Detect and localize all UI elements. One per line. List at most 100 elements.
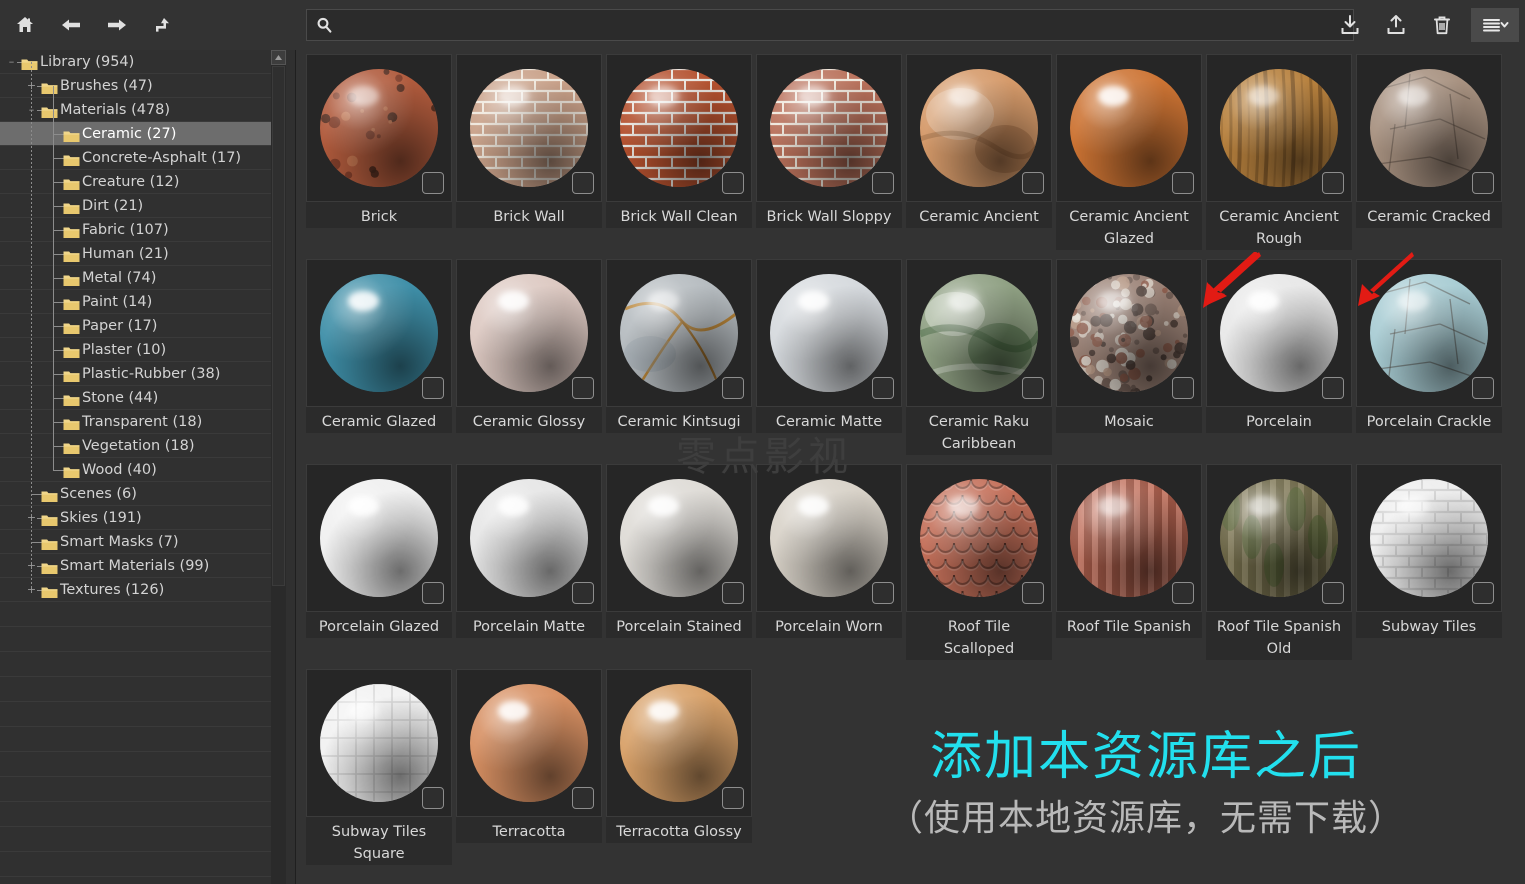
sidebar-item-concrete-asphalt[interactable]: Concrete-Asphalt (17) [0, 146, 280, 170]
material-tile[interactable]: Porcelain Glazed [306, 464, 452, 638]
material-tile[interactable]: Porcelain Stained [606, 464, 752, 638]
sidebar-item-smart-masks[interactable]: Smart Masks (7) [0, 530, 280, 554]
tree-scrollbar[interactable] [271, 50, 286, 884]
sidebar-item-plaster[interactable]: Plaster (10) [0, 338, 280, 362]
material-tile[interactable]: Ceramic Raku Caribbean [906, 259, 1052, 455]
material-select-badge[interactable] [722, 787, 744, 809]
sidebar-item-library[interactable]: – Library (954) [0, 50, 280, 74]
material-select-badge[interactable] [422, 172, 444, 194]
material-tile[interactable]: Ceramic Ancient Glazed [1056, 54, 1202, 250]
search-input[interactable] [341, 17, 1345, 33]
material-thumbnail[interactable] [456, 54, 602, 202]
material-tile[interactable]: Brick Wall [456, 54, 602, 228]
material-select-badge[interactable] [1022, 172, 1044, 194]
material-thumbnail[interactable] [606, 464, 752, 612]
material-thumbnail[interactable] [306, 54, 452, 202]
sidebar-item-wood[interactable]: Wood (40) [0, 458, 280, 482]
tree-toggle-plus[interactable]: + [26, 584, 37, 595]
material-thumbnail[interactable] [606, 669, 752, 817]
material-tile[interactable]: Ceramic Glossy [456, 259, 602, 433]
material-tile[interactable]: Ceramic Glazed [306, 259, 452, 433]
material-select-badge[interactable] [872, 172, 894, 194]
material-select-badge[interactable] [872, 377, 894, 399]
material-tile[interactable]: Ceramic Ancient Rough [1206, 54, 1352, 250]
material-select-badge[interactable] [722, 582, 744, 604]
material-tile[interactable]: Porcelain [1206, 259, 1352, 433]
material-select-badge[interactable] [1022, 377, 1044, 399]
material-select-badge[interactable] [572, 787, 594, 809]
material-thumbnail[interactable] [756, 464, 902, 612]
material-thumbnail[interactable] [606, 54, 752, 202]
sidebar-item-paint[interactable]: Paint (14) [0, 290, 280, 314]
sidebar-item-plastic-rubber[interactable]: Plastic-Rubber (38) [0, 362, 280, 386]
material-select-badge[interactable] [422, 377, 444, 399]
material-thumbnail[interactable] [606, 259, 752, 407]
material-tile[interactable]: Subway Tiles [1356, 464, 1502, 638]
material-tile[interactable]: Brick Wall Sloppy [756, 54, 902, 228]
sidebar-item-textures[interactable]: + Textures (126) [0, 578, 280, 602]
material-select-badge[interactable] [722, 377, 744, 399]
material-thumbnail[interactable] [456, 464, 602, 612]
material-tile[interactable]: Porcelain Worn [756, 464, 902, 638]
delete-icon[interactable] [1425, 8, 1459, 42]
tree-scrollbar-thumb[interactable] [272, 66, 285, 586]
material-tile[interactable]: Mosaic [1056, 259, 1202, 433]
sidebar-item-brushes[interactable]: + Brushes (47) [0, 74, 280, 98]
material-thumbnail[interactable] [1356, 259, 1502, 407]
sidebar-item-scenes[interactable]: Scenes (6) [0, 482, 280, 506]
material-thumbnail[interactable] [1056, 54, 1202, 202]
material-select-badge[interactable] [872, 582, 894, 604]
list-options-icon[interactable] [1471, 8, 1519, 42]
forward-arrow-icon[interactable] [102, 10, 132, 40]
tree-toggle-plus[interactable]: + [26, 512, 37, 523]
tree-toggle-plus[interactable]: + [26, 80, 37, 91]
sidebar-item-materials[interactable]: – Materials (478) [0, 98, 280, 122]
material-tile[interactable]: Terracotta Glossy [606, 669, 752, 843]
material-thumbnail[interactable] [756, 54, 902, 202]
material-tile[interactable]: Ceramic Kintsugi [606, 259, 752, 433]
sidebar-item-dirt[interactable]: Dirt (21) [0, 194, 280, 218]
material-thumbnail[interactable] [456, 259, 602, 407]
material-thumbnail[interactable] [1206, 259, 1352, 407]
sidebar-item-vegetation[interactable]: Vegetation (18) [0, 434, 280, 458]
material-tile[interactable]: Ceramic Matte [756, 259, 902, 433]
material-select-badge[interactable] [572, 582, 594, 604]
material-thumbnail[interactable] [306, 464, 452, 612]
material-select-badge[interactable] [1172, 377, 1194, 399]
material-tile[interactable]: Brick [306, 54, 452, 228]
material-thumbnail[interactable] [1206, 464, 1352, 612]
material-select-badge[interactable] [572, 377, 594, 399]
up-level-icon[interactable] [148, 10, 178, 40]
material-select-badge[interactable] [1472, 377, 1494, 399]
material-thumbnail[interactable] [1356, 464, 1502, 612]
material-select-badge[interactable] [1322, 582, 1344, 604]
material-tile[interactable]: Roof Tile Scalloped [906, 464, 1052, 660]
material-select-badge[interactable] [422, 582, 444, 604]
material-thumbnail[interactable] [1056, 259, 1202, 407]
sidebar-item-creature[interactable]: Creature (12) [0, 170, 280, 194]
material-select-badge[interactable] [422, 787, 444, 809]
material-select-badge[interactable] [1322, 377, 1344, 399]
search-bar[interactable] [306, 9, 1354, 41]
material-select-badge[interactable] [572, 172, 594, 194]
material-thumbnail[interactable] [906, 54, 1052, 202]
back-arrow-icon[interactable] [56, 10, 86, 40]
home-icon[interactable] [10, 10, 40, 40]
material-tile[interactable]: Roof Tile Spanish Old [1206, 464, 1352, 660]
material-thumbnail[interactable] [306, 669, 452, 817]
import-icon[interactable] [1333, 8, 1367, 42]
material-tile[interactable]: Roof Tile Spanish [1056, 464, 1202, 638]
material-select-badge[interactable] [1172, 582, 1194, 604]
material-thumbnail[interactable] [1206, 54, 1352, 202]
material-tile[interactable]: Terracotta [456, 669, 602, 843]
material-tile[interactable]: Ceramic Ancient [906, 54, 1052, 228]
material-select-badge[interactable] [722, 172, 744, 194]
material-thumbnail[interactable] [756, 259, 902, 407]
material-thumbnail[interactable] [906, 259, 1052, 407]
material-tile[interactable]: Brick Wall Clean [606, 54, 752, 228]
sidebar-item-stone[interactable]: Stone (44) [0, 386, 280, 410]
material-thumbnail[interactable] [906, 464, 1052, 612]
sidebar-item-metal[interactable]: Metal (74) [0, 266, 280, 290]
material-thumbnail[interactable] [456, 669, 602, 817]
material-thumbnail[interactable] [1356, 54, 1502, 202]
